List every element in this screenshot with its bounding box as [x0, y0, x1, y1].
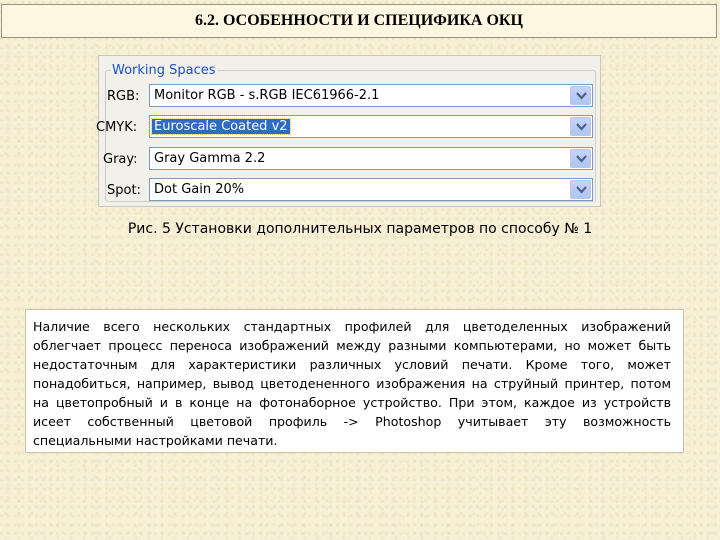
- rgb-label: RGB:: [107, 89, 140, 104]
- rgb-select[interactable]: Monitor RGB - s.RGB IEC61966-2.1: [149, 84, 593, 107]
- slide-title: 6.2. ОСОБЕННОСТИ И СПЕЦИФИКА ОКЦ: [195, 12, 523, 29]
- rgb-dropdown-button[interactable]: [570, 86, 591, 105]
- chevron-down-icon: [576, 186, 587, 194]
- rgb-select-value: Monitor RGB - s.RGB IEC61966-2.1: [154, 88, 380, 103]
- cmyk-select[interactable]: Euroscale Coated v2: [149, 115, 593, 138]
- gray-select[interactable]: Gray Gamma 2.2: [149, 147, 593, 170]
- gray-select-value: Gray Gamma 2.2: [154, 151, 266, 166]
- cmyk-label: CMYK:: [96, 120, 138, 135]
- working-spaces-panel: Working Spaces RGB: Monitor RGB - s.RGB …: [96, 55, 601, 207]
- gray-label: Gray:: [103, 152, 138, 167]
- gray-dropdown-button[interactable]: [570, 149, 591, 168]
- body-text-box: Наличие всего нескольких стандартных про…: [25, 309, 684, 453]
- chevron-down-icon: [576, 155, 587, 163]
- cmyk-select-value: Euroscale Coated v2: [151, 118, 291, 135]
- figure-caption: Рис. 5 Установки дополнительных параметр…: [127, 221, 593, 237]
- working-spaces-title: Working Spaces: [111, 63, 217, 78]
- slide-title-bar: 6.2. ОСОБЕННОСТИ И СПЕЦИФИКА ОКЦ: [1, 4, 717, 38]
- spot-select-value: Dot Gain 20%: [154, 182, 245, 197]
- chevron-down-icon: [576, 123, 587, 131]
- spot-label: Spot:: [107, 183, 141, 198]
- cmyk-dropdown-button[interactable]: [570, 117, 591, 136]
- spot-select[interactable]: Dot Gain 20%: [149, 178, 593, 201]
- chevron-down-icon: [576, 92, 587, 100]
- spot-dropdown-button[interactable]: [570, 180, 591, 199]
